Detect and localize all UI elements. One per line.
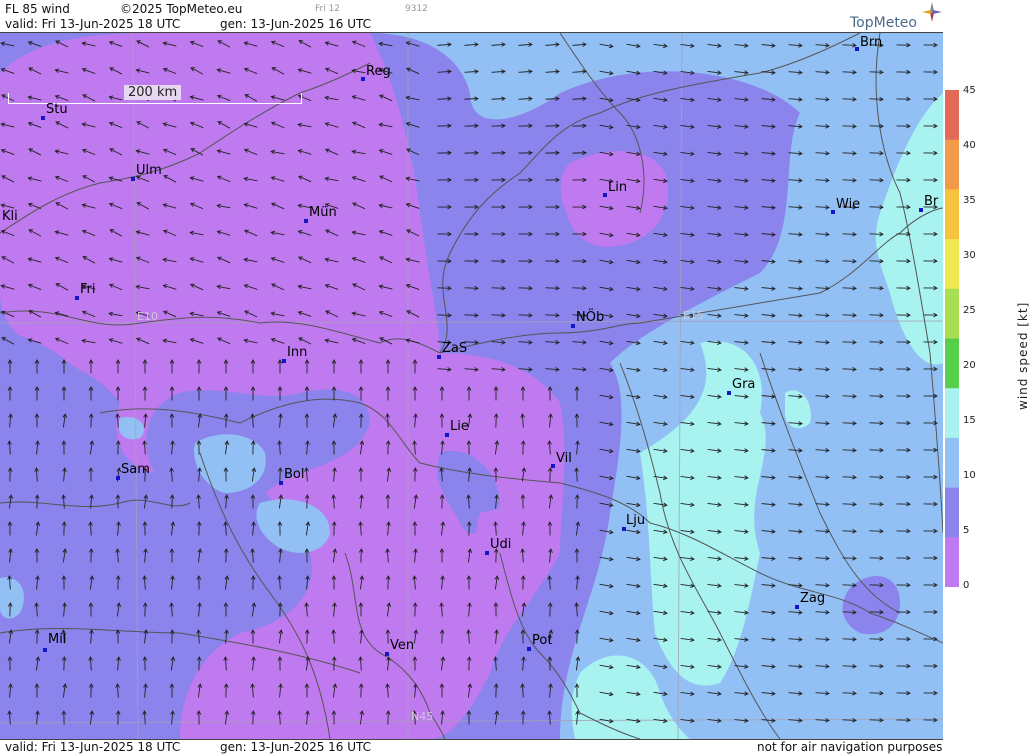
day-tag: Fri 12 (315, 4, 341, 14)
city-label[interactable]: Udi (490, 537, 511, 552)
product-title: FL 85 wind (5, 2, 70, 16)
city-dot (485, 551, 489, 555)
city-label[interactable]: Stu (46, 102, 68, 117)
city-dot (527, 647, 531, 651)
legend-tick: 35 (963, 195, 976, 206)
legend-swatch (945, 338, 959, 389)
city-dot (727, 391, 731, 395)
city-dot (551, 464, 555, 468)
footer-generated-time: gen: 13-Jun-2025 16 UTC (220, 740, 372, 754)
grid-label-e10: E10 (137, 310, 158, 323)
city-label[interactable]: ZaS (442, 341, 467, 356)
legend-tick: 15 (963, 415, 976, 426)
city-label[interactable]: Kli (2, 209, 18, 224)
city-label[interactable]: Bol (284, 467, 304, 482)
legend-color-bar (945, 90, 959, 587)
compass-icon (922, 2, 942, 22)
legend-swatch (945, 139, 959, 190)
legend-tick: 5 (963, 525, 970, 536)
city-label[interactable]: Inn (287, 345, 307, 360)
city-label[interactable]: Gra (732, 377, 755, 392)
city-dot (304, 219, 308, 223)
map-footer: valid: Fri 13-Jun-2025 18 UTC gen: 13-Ju… (0, 739, 943, 754)
city-dot (282, 359, 286, 363)
grid-label-n45: N45 (411, 710, 434, 723)
city-label[interactable]: Pot (532, 633, 552, 648)
city-dot (919, 208, 923, 212)
city-label[interactable]: Vil (556, 451, 572, 466)
footer-valid-time: valid: Fri 13-Jun-2025 18 UTC (5, 740, 181, 754)
city-label[interactable]: Ven (390, 638, 414, 653)
city-label[interactable]: Lju (626, 513, 645, 528)
legend-swatch (945, 239, 959, 290)
city-dot (385, 652, 389, 656)
city-label[interactable]: Fri (80, 282, 96, 297)
city-label[interactable]: NÖb (576, 310, 604, 325)
valid-time: valid: Fri 13-Jun-2025 18 UTC (5, 17, 181, 31)
city-label[interactable]: Mil (48, 632, 66, 647)
legend-tick: 30 (963, 250, 976, 261)
city-label[interactable]: Ulm (136, 163, 162, 178)
city-dot (361, 77, 365, 81)
scale-label: 200 km (124, 85, 182, 100)
city-label[interactable]: Lie (450, 419, 469, 434)
city-dot (603, 193, 607, 197)
city-label[interactable]: Wie (836, 197, 860, 212)
generated-time: gen: 13-Jun-2025 16 UTC (220, 17, 372, 31)
city-dot (831, 210, 835, 214)
city-label[interactable]: Reg (366, 64, 391, 79)
legend-swatch (945, 189, 959, 240)
legend-swatch (945, 437, 959, 489)
disclaimer: not for air navigation purposes (757, 740, 943, 754)
wind-field (0, 33, 943, 739)
city-dot (75, 296, 79, 300)
city-label[interactable]: Lin (608, 180, 627, 195)
topmeteo-logo: TopMeteo (850, 15, 917, 31)
legend-swatch (945, 288, 959, 339)
city-dot (445, 433, 449, 437)
wind-map[interactable]: 200 km E10 E15 N45 Brn Reg Stu Ulm Mün K… (0, 33, 943, 739)
legend-tick: 20 (963, 360, 976, 371)
city-dot (571, 324, 575, 328)
legend-tick: 25 (963, 305, 976, 316)
legend-swatch (945, 388, 959, 439)
city-label[interactable]: Zag (800, 591, 825, 606)
legend-swatch (945, 487, 959, 538)
city-dot (43, 648, 47, 652)
city-dot (437, 355, 441, 359)
legend-tick: 0 (963, 580, 970, 591)
legend-tick: 45 (963, 85, 976, 96)
city-dot (279, 481, 283, 485)
city-dot (855, 47, 859, 51)
city-label[interactable]: Brn (860, 35, 882, 50)
city-dot (131, 177, 135, 181)
copyright: ©2025 TopMeteo.eu (120, 2, 243, 16)
legend-tick: 40 (963, 140, 976, 151)
legend-axis-label: wind speed [kt] (1016, 301, 1030, 410)
city-label[interactable]: Mün (309, 205, 337, 220)
legend-swatch (945, 537, 959, 587)
city-label[interactable]: Sam (121, 462, 150, 477)
city-label[interactable]: Br (924, 194, 938, 209)
city-dot (116, 476, 120, 480)
legend-tick: 10 (963, 470, 976, 481)
grid-label-e15: E15 (683, 309, 704, 322)
legend-swatch (945, 90, 959, 141)
city-dot (795, 605, 799, 609)
city-dot (41, 116, 45, 120)
map-header: FL 85 wind ©2025 TopMeteo.eu Fri 12 9312… (0, 0, 943, 33)
code-tag: 9312 (405, 4, 428, 14)
